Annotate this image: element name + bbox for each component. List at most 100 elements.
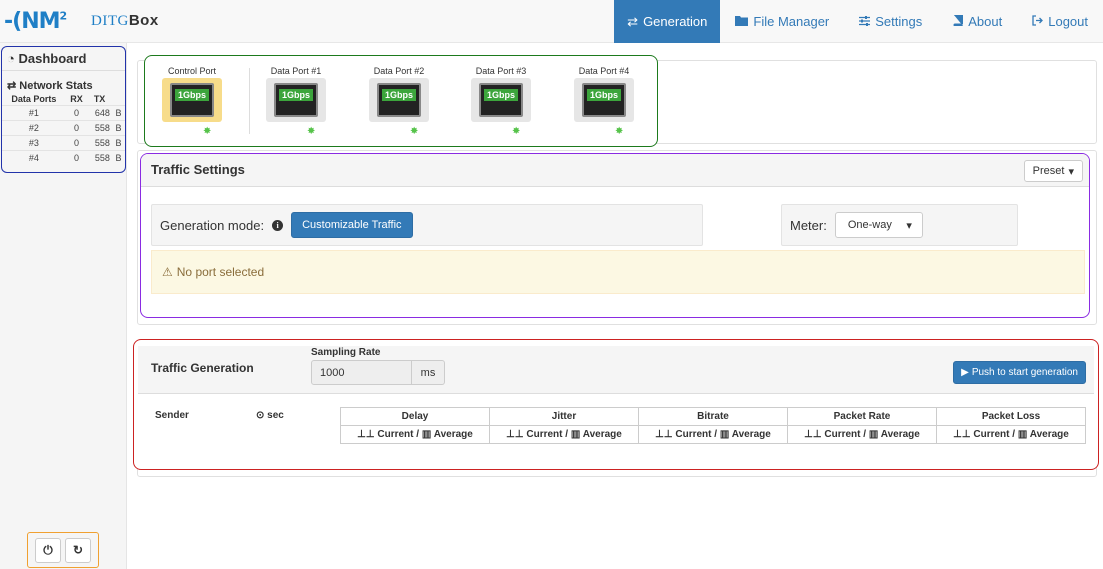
metric-packet-rate: Packet Rate (787, 407, 937, 426)
speed-badge: 1Gbps (381, 89, 416, 101)
ethernet-port-icon: 1Gbps (574, 78, 634, 122)
sampling-rate-unit: ms (412, 360, 445, 385)
ethernet-port-icon: 1Gbps (369, 78, 429, 122)
metric-bitrate: Bitrate (638, 407, 788, 426)
caret-down-icon: ▾ (906, 219, 912, 232)
line-chart-icon: ⊥⊥ (804, 429, 822, 440)
line-chart-icon: ⊥⊥ (655, 429, 673, 440)
metric-sub-header: ⊥⊥ Current / ▥ Average (936, 425, 1086, 444)
network-stats-table: Data Ports RX TX #1 0 648 B #2 0 558 B #… (2, 93, 125, 165)
status-light-icon: ✸ (203, 126, 212, 137)
info-icon[interactable]: i (272, 219, 284, 231)
caret-down-icon: ▾ (1068, 165, 1074, 178)
traffic-generation-header: Traffic Generation Sampling Rate 1000 ms… (138, 346, 1094, 394)
sampling-rate-label: Sampling Rate (311, 347, 381, 358)
nav-about[interactable]: About (937, 0, 1017, 43)
metric-packet-loss: Packet Loss (936, 407, 1086, 426)
main-nav: ⇄ Generation File Manager Settings About (614, 0, 1103, 43)
exchange-icon: ⇄ (627, 13, 639, 29)
traffic-generation-title: Traffic Generation (151, 361, 254, 375)
timer-label: ⊙ sec (256, 410, 284, 421)
table-row: #1 0 648 B (2, 105, 125, 121)
status-light-icon: ✸ (410, 126, 419, 137)
col-data-ports: Data Ports (11, 94, 57, 104)
brand-prefix: DITG (91, 13, 129, 29)
top-navbar: -(NM2 DITGBox ⇄ Generation File Manager … (0, 0, 1103, 43)
exchange-icon: ⇄ (7, 80, 17, 92)
status-light-icon: ✸ (307, 126, 316, 137)
speed-badge: 1Gbps (278, 89, 313, 101)
logout-icon (1032, 14, 1044, 29)
generation-mode-label: Generation mode: (160, 217, 265, 233)
brand-suffix: Box (128, 12, 159, 29)
app-brand[interactable]: DITGBox (91, 12, 159, 30)
metric-sub-header: ⊥⊥ Current / ▥ Average (787, 425, 937, 444)
col-rx: RX (70, 94, 83, 104)
sidebar: ◔ Dashboard ⇄ Network Stats Data Ports R… (0, 43, 127, 569)
port-data-1[interactable]: Data Port #1 1Gbps ✸ (263, 66, 329, 137)
network-stats-title: ⇄ Network Stats (7, 80, 93, 92)
line-chart-icon: ⊥⊥ (506, 429, 524, 440)
meter-select[interactable]: One-way ▾ (834, 212, 923, 238)
bar-chart-icon: ▥ (421, 429, 432, 440)
traffic-settings-title: Traffic Settings (151, 162, 245, 177)
metric-sub-header: ⊥⊥ Current / ▥ Average (340, 425, 490, 444)
port-data-4[interactable]: Data Port #4 1Gbps ✸ (571, 66, 637, 137)
power-icon: ⏻ (43, 542, 53, 557)
play-icon: ▶ (961, 367, 969, 378)
power-button[interactable]: ⏻ (35, 537, 61, 563)
traffic-settings-panel: Traffic Settings Preset ▾ Generation mod… (140, 153, 1090, 318)
bar-chart-icon: ▥ (719, 429, 730, 440)
power-controls: ⏻ ↻ (27, 532, 99, 568)
sender-label: Sender (155, 410, 189, 421)
clock-icon: ⊙ (256, 410, 265, 421)
traffic-generation-panel: Traffic Generation Sampling Rate 1000 ms… (133, 339, 1099, 470)
metric-sub-header: ⊥⊥ Current / ▥ Average (489, 425, 639, 444)
nav-settings[interactable]: Settings (844, 0, 937, 43)
warning-icon: ⚠ (162, 265, 173, 279)
speed-badge: 1Gbps (586, 89, 621, 101)
metric-sub-header: ⊥⊥ Current / ▥ Average (638, 425, 788, 444)
generation-mode-group: Generation mode: i Customizable Traffic (151, 204, 703, 246)
start-generation-button[interactable]: ▶ Push to start generation (953, 361, 1086, 384)
port-data-2[interactable]: Data Port #2 1Gbps ✸ (366, 66, 432, 137)
restart-button[interactable]: ↻ (65, 537, 91, 563)
port-control[interactable]: Control Port 1Gbps ✸ (159, 66, 225, 137)
dashboard-panel: ◔ Dashboard ⇄ Network Stats Data Ports R… (1, 46, 126, 173)
warning-alert: ⚠ No port selected (151, 250, 1085, 294)
refresh-icon: ↻ (72, 543, 84, 557)
folder-icon (735, 14, 749, 29)
divider (249, 68, 250, 134)
sampling-rate-input[interactable]: 1000 (311, 360, 412, 385)
bar-chart-icon: ▥ (1017, 429, 1028, 440)
line-chart-icon: ⊥⊥ (357, 429, 375, 440)
preset-dropdown-button[interactable]: Preset ▾ (1023, 160, 1083, 182)
status-light-icon: ✸ (512, 126, 521, 137)
nav-logout[interactable]: Logout (1017, 0, 1103, 43)
col-tx: TX (93, 94, 106, 104)
meter-group: Meter: One-way ▾ (781, 204, 1018, 246)
sliders-icon (859, 14, 871, 29)
bar-chart-icon: ▥ (868, 429, 879, 440)
line-chart-icon: ⊥⊥ (953, 429, 971, 440)
ethernet-port-icon: 1Gbps (266, 78, 326, 122)
speed-badge: 1Gbps (483, 89, 518, 101)
logo-mark: -(NM2 (4, 8, 67, 34)
table-row: #4 0 558 B (2, 150, 125, 165)
traffic-settings-header: Traffic Settings Preset ▾ (141, 154, 1089, 187)
meter-label: Meter: (790, 217, 827, 233)
table-row: #3 0 558 B (2, 135, 125, 151)
speed-badge: 1Gbps (174, 89, 209, 101)
metric-delay: Delay (340, 407, 490, 426)
nav-file-manager[interactable]: File Manager (720, 0, 844, 43)
dashboard-title: ◔ Dashboard (2, 47, 125, 71)
ethernet-port-icon: 1Gbps (471, 78, 531, 122)
ethernet-port-icon: 1Gbps (162, 78, 222, 122)
book-icon (952, 14, 964, 29)
nav-generation[interactable]: ⇄ Generation (614, 0, 721, 43)
app-logo[interactable]: -(NM2 (4, 5, 67, 37)
customizable-traffic-button[interactable]: Customizable Traffic (291, 212, 413, 238)
sampling-rate-group: 1000 ms (311, 360, 445, 385)
dashboard-icon: ◔ (7, 51, 15, 66)
port-data-3[interactable]: Data Port #3 1Gbps ✸ (468, 66, 534, 137)
